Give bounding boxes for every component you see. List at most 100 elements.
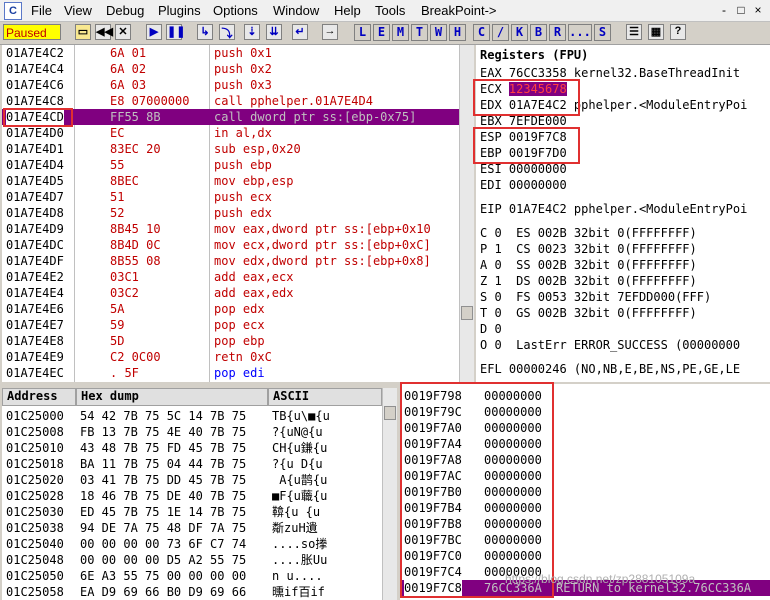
dump-row[interactable]: 01C25038 94 DE 7A 75 48 DF 7A 75 斴zuH遺 (2, 520, 382, 536)
dump-address: 01C25058 (6, 585, 64, 599)
toolbar-letter-h[interactable]: H (449, 24, 466, 41)
disasm-scroll-thumb[interactable] (461, 306, 473, 320)
dump-scrollbar[interactable] (382, 388, 397, 600)
disasm-row[interactable]: 01A7E4E8 5D pop ebp (2, 333, 460, 349)
dump-hex: 94 DE 7A 75 48 DF 7A 75 (80, 521, 247, 535)
dump-header-hex[interactable]: Hex dump (76, 388, 268, 406)
maximize-button[interactable]: □ (733, 2, 749, 18)
disasm-row[interactable]: 01A7E4D5 8BEC mov ebp,esp (2, 173, 460, 189)
run-icon[interactable]: ▶ (146, 24, 162, 40)
toolbar-letter-c[interactable]: C (473, 24, 490, 41)
toolbar-letter-e[interactable]: E (373, 24, 390, 41)
minimize-button[interactable]: - (716, 2, 732, 18)
disasm-row[interactable]: 01A7E4D1 83EC 20 sub esp,0x20 (2, 141, 460, 157)
grid-icon[interactable]: ▦ (648, 24, 664, 40)
toolbar-letter-w[interactable]: W (430, 24, 447, 41)
dump-row[interactable]: 01C25050 6E A3 55 75 00 00 00 00 n u.... (2, 568, 382, 584)
disasm-instruction: retn 0xC (214, 350, 272, 364)
toolbar-letter-b[interactable]: B (530, 24, 547, 41)
register-line[interactable]: A 0 SS 002B 32bit 0(FFFFFFFF) (480, 257, 697, 273)
disasm-row[interactable]: 01A7E4E2 03C1 add eax,ecx (2, 269, 460, 285)
dump-row[interactable]: 01C25058 EA D9 69 66 B0 D9 69 66 曛if百if (2, 584, 382, 600)
help-icon[interactable]: ? (670, 24, 686, 40)
disasm-row[interactable]: 01A7E4C4 6A 02 push 0x2 (2, 61, 460, 77)
dump-row[interactable]: 01C25018 BA 11 7B 75 04 44 7B 75 ?{u D{u (2, 456, 382, 472)
menu-options[interactable]: Options (213, 3, 258, 18)
disasm-row[interactable]: 01A7E4D4 55 push ebp (2, 157, 460, 173)
disasm-row[interactable]: 01A7E4C8 E8 07000000 call pphelper.01A7E4D… (2, 93, 460, 109)
dump-row[interactable]: 01C25028 18 46 7B 75 DE 40 7B 75 ■F{u蘵{u (2, 488, 382, 504)
dump-row[interactable]: 01C25040 00 00 00 00 73 6F C7 74 ....so搼 (2, 536, 382, 552)
trace-into-icon[interactable]: ⇣ (244, 24, 260, 40)
step-over-icon[interactable]: ⤵ (219, 24, 235, 40)
register-line[interactable]: T 0 GS 002B 32bit 0(FFFFFFFF) (480, 305, 697, 321)
close-window-button[interactable]: × (750, 2, 766, 18)
disasm-row[interactable]: 01A7E4D8 52 push edx (2, 205, 460, 221)
dump-hex: 43 48 7B 75 FD 45 7B 75 (80, 441, 247, 455)
register-line[interactable]: D 0 (480, 321, 502, 337)
toolbar-letter-ellipsis[interactable]: ... (568, 24, 592, 41)
dump-header-ascii[interactable]: ASCII (268, 388, 382, 406)
register-line[interactable]: Z 1 DS 002B 32bit 0(FFFFFFFF) (480, 273, 697, 289)
dump-row[interactable]: 01C25030 ED 45 7B 75 1E 14 7B 75 鞥{u {u (2, 504, 382, 520)
disasm-row[interactable]: 01A7E4E9 C2 0C00 retn 0xC (2, 349, 460, 365)
register-line[interactable]: S 0 FS 0053 32bit 7EFDD000(FFF) (480, 289, 711, 305)
disasm-row[interactable]: 01A7E4E7 59 pop ecx (2, 317, 460, 333)
register-line[interactable]: EFL 00000246 (NO,NB,E,BE,NS,PE,GE,LE (480, 361, 740, 377)
disasm-row[interactable]: 01A7E4E4 03C2 add eax,edx (2, 285, 460, 301)
menu-file[interactable]: File (31, 3, 52, 18)
register-line[interactable]: EDI 00000000 (480, 177, 567, 193)
disasm-address: 01A7E4D0 (6, 126, 64, 140)
disasm-row[interactable]: 01A7E4D9 8B45 10 mov eax,dword ptr ss:[ebp… (2, 221, 460, 237)
menu-help[interactable]: Help (334, 3, 361, 18)
toolbar-letter-r[interactable]: R (549, 24, 566, 41)
dump-row[interactable]: 01C25008 FB 13 7B 75 4E 40 7B 75 ?{uN@{u (2, 424, 382, 440)
toolbar-letter-l[interactable]: L (354, 24, 371, 41)
step-into-icon[interactable]: ↳ (197, 24, 213, 40)
disasm-row[interactable]: 01A7E4D7 51 push ecx (2, 189, 460, 205)
toolbar-letter-k[interactable]: K (511, 24, 528, 41)
dump-row[interactable]: 01C25010 43 48 7B 75 FD 45 7B 75 CH{u鎌{u (2, 440, 382, 456)
registers-title: Registers (FPU) (480, 48, 589, 62)
trace-over-icon[interactable]: ⇊ (266, 24, 282, 40)
register-line[interactable]: P 1 CS 0023 32bit 0(FFFFFFFF) (480, 241, 697, 257)
disasm-instruction: push 0x2 (214, 62, 272, 76)
dump-scroll-thumb[interactable] (384, 406, 396, 420)
menu-window[interactable]: Window (273, 3, 319, 18)
disassembly-pane[interactable]: 01A7E4C2 6A 01 push 0x1 01A7E4C4 6A 02 push 0… (2, 45, 460, 382)
execute-till-return-icon[interactable]: ↵ (292, 24, 308, 40)
rewind-icon[interactable]: ◀◀ (95, 24, 113, 40)
disasm-scrollbar[interactable] (459, 45, 474, 382)
dump-ascii: TB{u\■{u (272, 409, 330, 423)
toolbar-letter-m[interactable]: M (392, 24, 409, 41)
disasm-row[interactable]: 01A7E4DF 8B55 08 mov edx,dword ptr ss:[ebp… (2, 253, 460, 269)
disasm-address: 01A7E4DC (6, 238, 64, 252)
menu-debug[interactable]: Debug (106, 3, 144, 18)
register-line[interactable]: O 0 LastErr ERROR_SUCCESS (00000000 (480, 337, 740, 353)
dump-row[interactable]: 01C25000 54 42 7B 75 5C 14 7B 75 TB{u\■{u (2, 408, 382, 424)
menu-breakpoint[interactable]: BreakPoint-> (421, 3, 497, 18)
dump-pane[interactable]: Address Hex dump ASCII 01C25000 54 42 7B … (2, 388, 382, 600)
toolbar-letter-slash[interactable]: / (492, 24, 509, 41)
toolbar-letter-t[interactable]: T (411, 24, 428, 41)
disasm-row[interactable]: 01A7E4C2 6A 01 push 0x1 (2, 45, 460, 61)
menu-tools[interactable]: Tools (375, 3, 405, 18)
menu-view[interactable]: View (64, 3, 92, 18)
dump-header-address[interactable]: Address (2, 388, 76, 406)
disasm-row[interactable]: 01A7E4E6 5A pop edx (2, 301, 460, 317)
register-line[interactable]: C 0 ES 002B 32bit 0(FFFFFFFF) (480, 225, 697, 241)
disasm-row[interactable]: 01A7E4D0 EC in al,dx (2, 125, 460, 141)
disasm-row[interactable]: 01A7E4EC . 5F pop edi (2, 365, 460, 381)
dump-row[interactable]: 01C25020 03 41 7B 75 DD 45 7B 75 A{u鹊{u (2, 472, 382, 488)
disasm-row[interactable]: 01A7E4DC 8B4D 0C mov ecx,dword ptr ss:[ebp… (2, 237, 460, 253)
register-line[interactable]: EIP 01A7E4C2 pphelper.<ModuleEntryPoi (480, 201, 747, 217)
pause-icon[interactable]: ❚❚ (166, 24, 185, 40)
open-icon[interactable]: ▭ (75, 24, 91, 40)
toolbar-letter-s[interactable]: S (594, 24, 611, 41)
close-icon[interactable]: ✕ (115, 24, 131, 40)
disasm-row[interactable]: 01A7E4C6 6A 03 push 0x3 (2, 77, 460, 93)
goto-icon[interactable]: → (322, 24, 338, 40)
list-icon[interactable]: ☰ (626, 24, 642, 40)
dump-row[interactable]: 01C25048 00 00 00 00 D5 A2 55 75 ....胀Uu (2, 552, 382, 568)
menu-plugins[interactable]: Plugins (158, 3, 201, 18)
